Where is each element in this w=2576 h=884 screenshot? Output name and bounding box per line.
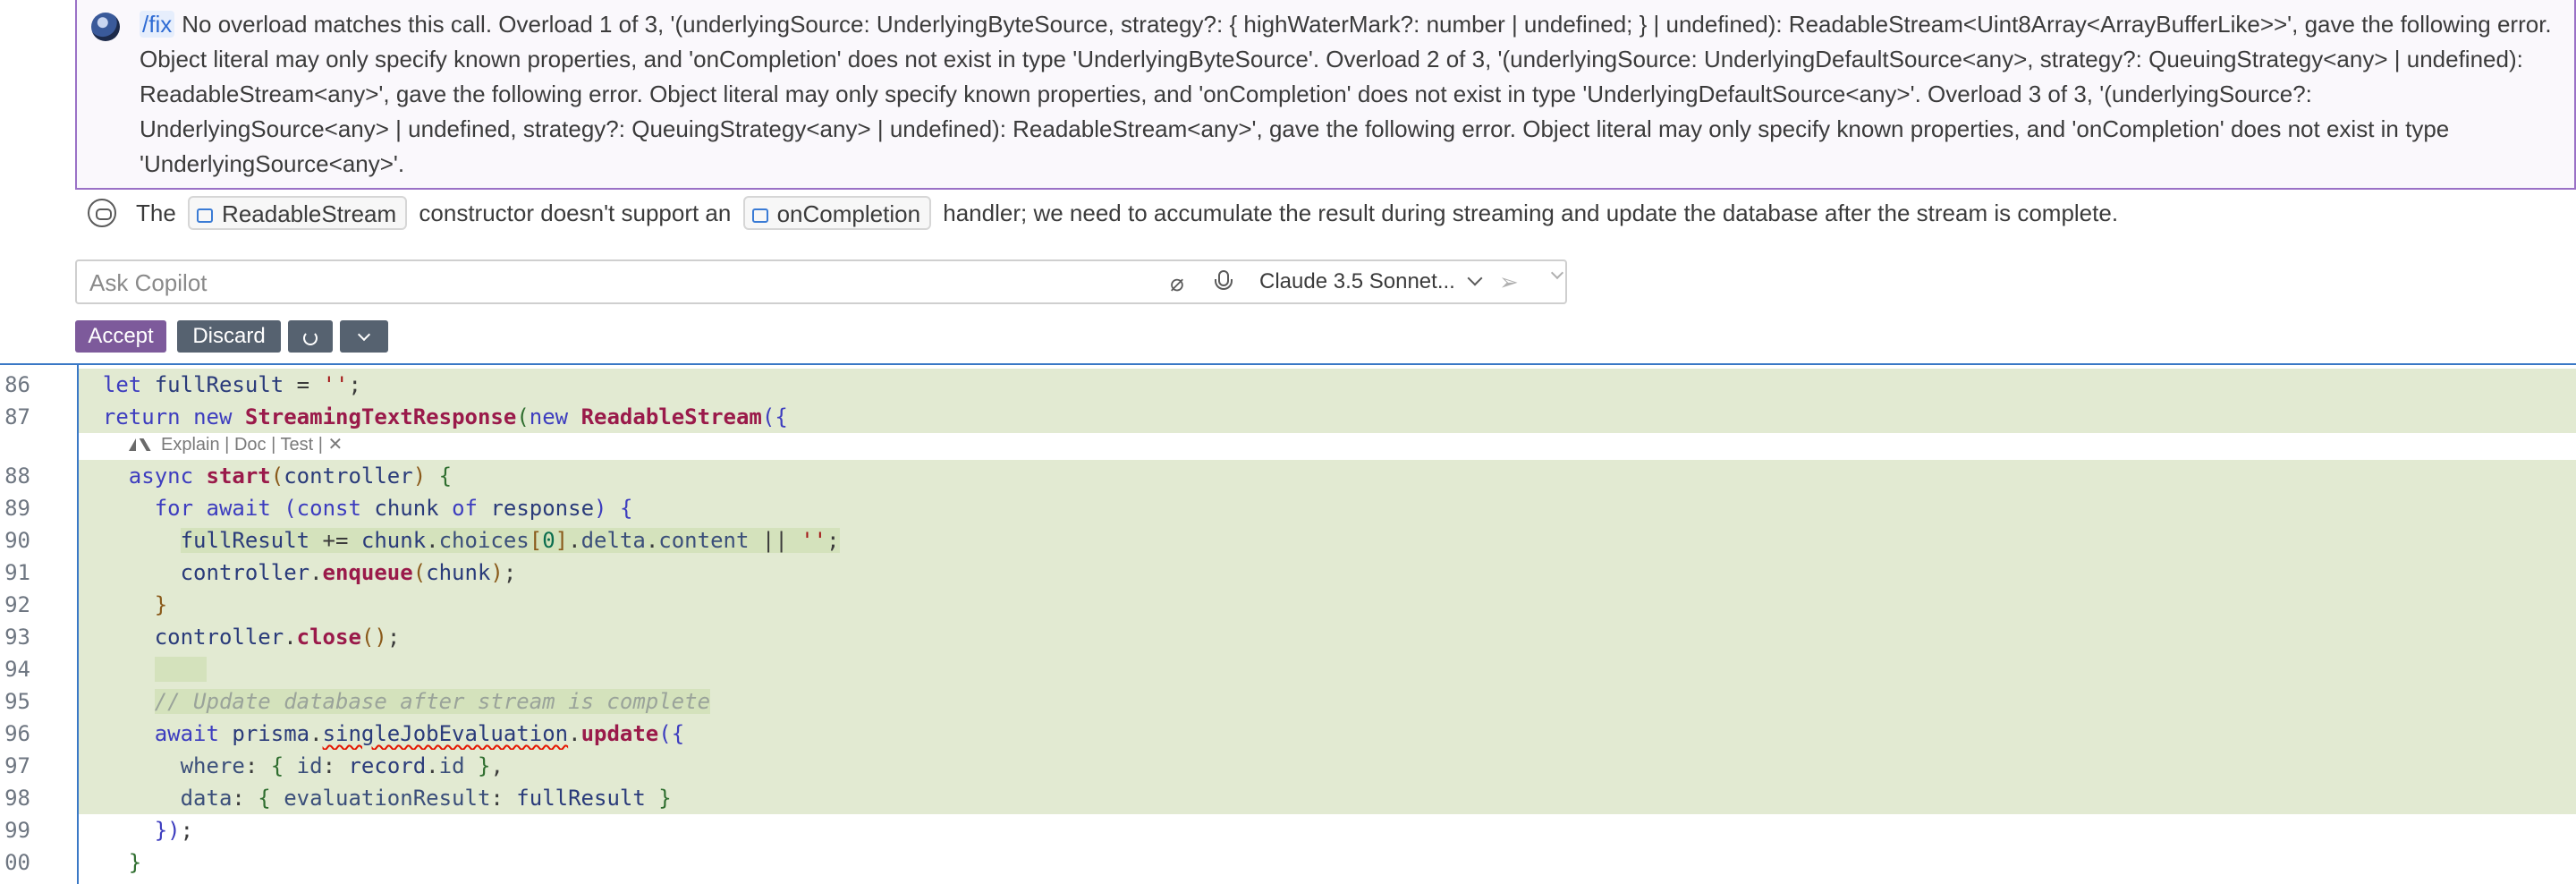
chevron-down-icon bbox=[357, 327, 371, 342]
symbol-chip-oncompletion[interactable]: onCompletion bbox=[742, 196, 932, 231]
user-message: /fix No overload matches this call. Overl… bbox=[75, 0, 2576, 190]
response-text-middle: constructor doesn't support an bbox=[419, 200, 732, 226]
code-line[interactable]: 98 data: { evaluationResult: fullResult … bbox=[0, 782, 2576, 814]
chevron-down-icon bbox=[1550, 266, 1564, 280]
send-icon[interactable]: ➢ bbox=[1499, 270, 1526, 293]
accept-button[interactable]: Accept bbox=[75, 320, 166, 353]
discard-button[interactable]: Discard bbox=[177, 320, 281, 353]
close-icon[interactable]: ✕ bbox=[328, 435, 343, 455]
copilot-logo-icon bbox=[129, 438, 156, 451]
line-number: 91 bbox=[4, 560, 30, 585]
assistant-response: The ReadableStream constructor doesn't s… bbox=[88, 195, 2503, 231]
line-number: 93 bbox=[4, 625, 30, 650]
separator: | bbox=[318, 435, 323, 455]
code-line[interactable]: 93 controller.close(); bbox=[0, 621, 2576, 653]
line-number: 88 bbox=[4, 463, 30, 489]
assistant-response-text: The ReadableStream constructor doesn't s… bbox=[136, 195, 2118, 232]
line-number: 95 bbox=[4, 689, 30, 714]
codelens-actions: Explain | Doc | Test | ✕ bbox=[129, 431, 343, 458]
line-number: 92 bbox=[4, 592, 30, 617]
code-line[interactable]: 99 }); bbox=[0, 814, 2576, 846]
avatar bbox=[91, 13, 120, 41]
symbol-chip-readablestream[interactable]: ReadableStream bbox=[188, 196, 408, 231]
paperclip-icon[interactable]: ⌀ bbox=[1166, 270, 1188, 295]
code-line[interactable]: 92 } bbox=[0, 589, 2576, 621]
send-options-chevron[interactable] bbox=[1538, 266, 1564, 286]
model-picker[interactable]: Claude 3.5 Sonnet... bbox=[1259, 261, 1483, 302]
error-message: No overload matches this call. Overload … bbox=[140, 11, 2552, 177]
ask-copilot-input[interactable] bbox=[88, 261, 1147, 304]
code-line[interactable]: 94 bbox=[0, 653, 2576, 685]
code-line[interactable]: 96 await prisma.singleJobEvaluation.upda… bbox=[0, 718, 2576, 750]
code-line[interactable]: 88 async start(controller) { bbox=[0, 460, 2576, 492]
response-text-suffix: handler; we need to accumulate the resul… bbox=[943, 200, 2119, 226]
model-picker-label: Claude 3.5 Sonnet... bbox=[1259, 269, 1455, 293]
regenerate-button[interactable] bbox=[288, 320, 333, 353]
codelens-doc[interactable]: Doc bbox=[234, 435, 267, 455]
symbol-label: onCompletion bbox=[776, 200, 921, 228]
line-number: 98 bbox=[4, 786, 30, 811]
refresh-icon bbox=[303, 331, 318, 345]
user-message-text: /fix No overload matches this call. Overl… bbox=[140, 7, 2555, 182]
line-number: 00 bbox=[4, 850, 30, 875]
code-line[interactable]: 97 where: { id: record.id }, bbox=[0, 750, 2576, 782]
separator: | bbox=[271, 435, 276, 455]
line-number: 99 bbox=[4, 818, 30, 843]
ask-copilot-box: ⌀ Claude 3.5 Sonnet... ➢ bbox=[75, 259, 1567, 304]
code-line[interactable]: 87 return new StreamingTextResponse(new … bbox=[0, 401, 2576, 433]
response-text-prefix: The bbox=[136, 200, 176, 226]
code-line[interactable]: 86 let fullResult = ''; bbox=[0, 369, 2576, 401]
symbol-icon bbox=[751, 208, 768, 224]
fix-command: /fix bbox=[140, 11, 175, 38]
code-line[interactable]: 91 controller.enqueue(chunk); bbox=[0, 557, 2576, 589]
more-actions-button[interactable] bbox=[340, 320, 388, 353]
codelens-explain[interactable]: Explain bbox=[161, 435, 220, 455]
line-number: 96 bbox=[4, 721, 30, 746]
code-line[interactable]: 89 for await (const chunk of response) { bbox=[0, 492, 2576, 524]
codelens-test[interactable]: Test bbox=[280, 435, 313, 455]
symbol-icon bbox=[197, 208, 214, 224]
code-line[interactable]: 90 fullResult += chunk.choices[0].delta.… bbox=[0, 524, 2576, 557]
line-number: 94 bbox=[4, 657, 30, 682]
line-number: 87 bbox=[4, 404, 30, 429]
symbol-label: ReadableStream bbox=[222, 200, 397, 228]
line-number: 86 bbox=[4, 372, 30, 397]
chevron-down-icon bbox=[1467, 270, 1483, 286]
code-editor[interactable]: 86 let fullResult = ''; 87 return new St… bbox=[0, 365, 2576, 884]
code-line[interactable]: 95 // Update database after stream is co… bbox=[0, 685, 2576, 718]
copilot-icon bbox=[88, 199, 116, 227]
separator: | bbox=[225, 435, 230, 455]
microphone-icon[interactable] bbox=[1213, 270, 1234, 295]
line-number: 89 bbox=[4, 496, 30, 521]
line-number: 97 bbox=[4, 753, 30, 778]
indent-guide bbox=[77, 365, 79, 884]
code-line[interactable]: 00 } bbox=[0, 846, 2576, 879]
line-number: 90 bbox=[4, 528, 30, 553]
